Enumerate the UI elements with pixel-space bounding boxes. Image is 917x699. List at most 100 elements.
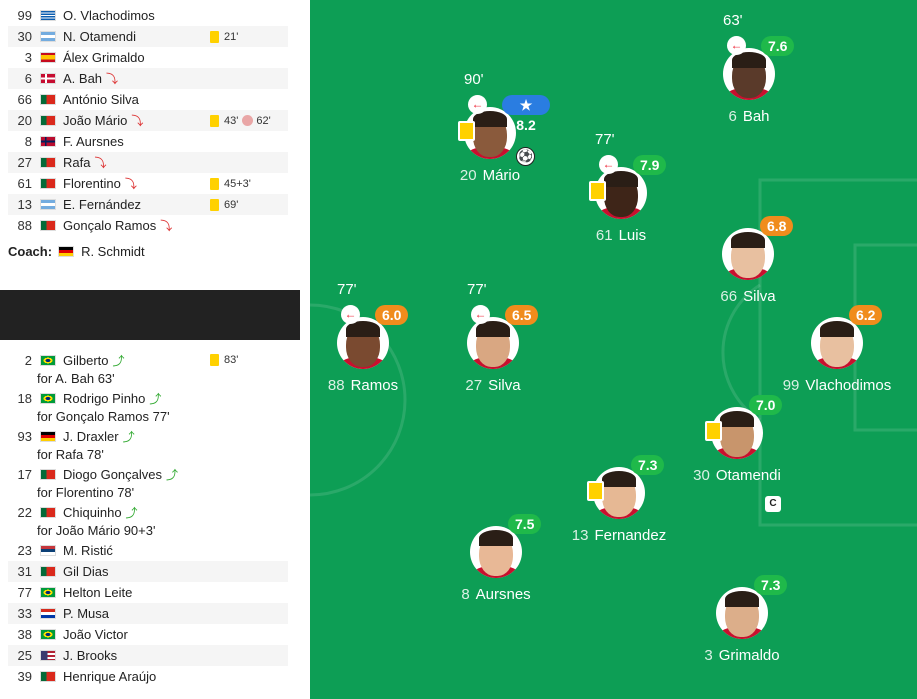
pitch-player-mario[interactable]: ★ 8.2 ← 90' ⚽ 20 Mário bbox=[430, 71, 550, 184]
captain-badge: C bbox=[765, 496, 781, 512]
pitch-player-grimaldo[interactable]: 7.3 3 Grimaldo bbox=[682, 575, 802, 664]
bench-row[interactable]: 33 P. Musa bbox=[8, 603, 288, 624]
player-name[interactable]: Gil Dias bbox=[63, 564, 109, 579]
lineup-row[interactable]: 13 E. Fernández 69' bbox=[8, 194, 288, 215]
pitch-player-bah[interactable]: 7.6 ← 63' 6 Bah bbox=[689, 12, 809, 125]
substitute-row[interactable]: 93 J. Draxler ⤴ for Rafa 78' bbox=[8, 427, 288, 463]
lineup-row[interactable]: 30 N. Otamendi 21' bbox=[8, 26, 288, 47]
bench-row[interactable]: 39 Henrique Araújo bbox=[8, 666, 288, 687]
yellow-card-icon bbox=[587, 481, 604, 501]
sub-out-icon: ⤵ bbox=[124, 177, 137, 191]
substitute-row[interactable]: 18 Rodrigo Pinho ⤴ for Gonçalo Ramos 77' bbox=[8, 389, 288, 425]
substitute-row[interactable]: 83' 2 Gilberto ⤴ for A. Bah 63' bbox=[8, 351, 288, 387]
player-name[interactable]: Henrique Araújo bbox=[63, 669, 156, 684]
player-name[interactable]: João Victor bbox=[63, 627, 128, 642]
pitch-player-luis[interactable]: 7.9 ← 77' 61 Luis bbox=[561, 131, 681, 244]
player-name[interactable]: O. Vlachodimos bbox=[63, 8, 155, 23]
player-label: 20 Mário bbox=[430, 167, 550, 184]
player-name[interactable]: Rodrigo Pinho bbox=[63, 391, 145, 406]
shirt-number: 61 bbox=[17, 176, 32, 191]
player-name[interactable]: Gonçalo Ramos bbox=[63, 218, 156, 233]
coach-label: Coach: bbox=[8, 244, 53, 259]
substitute-row[interactable]: 17 Diogo Gonçalves ⤴ for Florentino 78' bbox=[8, 465, 288, 501]
pitch-player-vlach[interactable]: 6.2 99 Vlachodimos bbox=[777, 305, 897, 394]
player-name[interactable]: João Mário bbox=[63, 113, 127, 128]
lineup-row[interactable]: 27 Rafa ⤵ bbox=[8, 152, 288, 173]
lineup-row[interactable]: 66 António Silva bbox=[8, 89, 288, 110]
pitch-player-aursnes[interactable]: 7.5 8 Aursnes bbox=[436, 514, 556, 603]
player-name: Fernandez bbox=[594, 527, 667, 544]
sub-in-icon: ⤴ bbox=[166, 468, 179, 482]
sub-out-icon: ← bbox=[727, 36, 746, 55]
player-name: Mário bbox=[482, 167, 521, 184]
player-name[interactable]: Álex Grimaldo bbox=[63, 50, 145, 65]
player-name[interactable]: P. Musa bbox=[63, 606, 109, 621]
player-name[interactable]: E. Fernández bbox=[63, 197, 141, 212]
player-label: 3 Grimaldo bbox=[682, 647, 802, 664]
player-name[interactable]: Diogo Gonçalves bbox=[63, 467, 162, 482]
pitch-player-fernandez[interactable]: 7.3 13 Fernandez bbox=[559, 455, 679, 544]
card-time: 45+3' bbox=[224, 177, 251, 190]
bench-row[interactable]: 23 M. Ristić bbox=[8, 540, 288, 561]
player-name[interactable]: J. Draxler bbox=[63, 429, 119, 444]
player-name[interactable]: J. Brooks bbox=[63, 648, 117, 663]
flag-icon bbox=[40, 199, 56, 210]
sub-time: 90' bbox=[464, 71, 484, 88]
pitch-player-otamendi[interactable]: 7.0 C 30 Otamendi bbox=[677, 395, 797, 512]
lineup-row[interactable]: 3 Álex Grimaldo bbox=[8, 47, 288, 68]
flag-icon bbox=[40, 671, 56, 682]
lineup-row[interactable]: 6 A. Bah ⤵ bbox=[8, 68, 288, 89]
flag-icon bbox=[40, 545, 56, 556]
lineup-row[interactable]: 61 Florentino ⤵ 45+3' bbox=[8, 173, 288, 194]
player-name[interactable]: António Silva bbox=[63, 92, 139, 107]
yellow-card-icon bbox=[210, 114, 219, 127]
player-name[interactable]: Florentino bbox=[63, 176, 121, 191]
sub-out-icon: ⤵ bbox=[160, 219, 173, 233]
bench-row[interactable]: 31 Gil Dias bbox=[8, 561, 288, 582]
player-avatar[interactable] bbox=[811, 317, 863, 369]
bench-row[interactable]: 77 Helton Leite bbox=[8, 582, 288, 603]
bench-row[interactable]: 38 João Victor bbox=[8, 624, 288, 645]
player-avatar[interactable] bbox=[723, 48, 775, 100]
bench-row[interactable]: 25 J. Brooks bbox=[8, 645, 288, 666]
shirt-number: 20 bbox=[17, 113, 32, 128]
own-goal-icon bbox=[242, 115, 254, 126]
sub-out-icon: ⤵ bbox=[94, 156, 107, 170]
player-name[interactable]: Gilberto bbox=[63, 353, 109, 368]
substitute-row[interactable]: 22 Chiquinho ⤴ for João Mário 90+3' bbox=[8, 503, 288, 539]
pitch-player-ramos[interactable]: 6.0 ← 77' 88 Ramos bbox=[310, 281, 423, 394]
lineup-row[interactable]: 88 Gonçalo Ramos ⤵ bbox=[8, 215, 288, 236]
card-time: 83' bbox=[224, 354, 239, 366]
flag-icon bbox=[40, 650, 56, 661]
shirt-number: 2 bbox=[24, 353, 32, 368]
shirt-number: 93 bbox=[17, 429, 32, 444]
pitch-player-silva27[interactable]: 6.5 ← 77' 27 Silva bbox=[433, 281, 553, 394]
sub-in-icon: ⤴ bbox=[149, 392, 162, 406]
flag-icon bbox=[40, 115, 56, 126]
rating-badge: 7.3 bbox=[631, 455, 665, 475]
shirt-number: 3 bbox=[24, 50, 32, 65]
player-name[interactable]: M. Ristić bbox=[63, 543, 113, 558]
lineup-row[interactable]: 8 F. Aursnes bbox=[8, 131, 288, 152]
sub-out-icon: ← bbox=[471, 305, 490, 324]
sub-out-icon: ⤵ bbox=[131, 114, 144, 128]
player-avatar[interactable] bbox=[716, 587, 768, 639]
player-name[interactable]: Rafa bbox=[63, 155, 90, 170]
lineup-row[interactable]: 99 O. Vlachodimos bbox=[8, 5, 288, 26]
player-name[interactable]: F. Aursnes bbox=[63, 134, 124, 149]
player-name[interactable]: N. Otamendi bbox=[63, 29, 136, 44]
player-avatar[interactable] bbox=[470, 526, 522, 578]
lineup-row[interactable]: 20 João Mário ⤵ 43' 62' bbox=[8, 110, 288, 131]
player-name[interactable]: Chiquinho bbox=[63, 505, 122, 520]
player-avatar[interactable] bbox=[467, 317, 519, 369]
player-label: 27 Silva bbox=[433, 377, 553, 394]
player-avatar[interactable] bbox=[337, 317, 389, 369]
flag-icon bbox=[40, 73, 56, 84]
player-label: 61 Luis bbox=[561, 227, 681, 244]
player-name[interactable]: A. Bah bbox=[63, 71, 102, 86]
player-name[interactable]: Helton Leite bbox=[63, 585, 132, 600]
sub-in-icon: ⤴ bbox=[122, 430, 135, 444]
rating-badge: 7.5 bbox=[508, 514, 542, 534]
pitch-player-silva66[interactable]: 6.8 66 Silva bbox=[688, 216, 808, 305]
player-avatar[interactable] bbox=[722, 228, 774, 280]
